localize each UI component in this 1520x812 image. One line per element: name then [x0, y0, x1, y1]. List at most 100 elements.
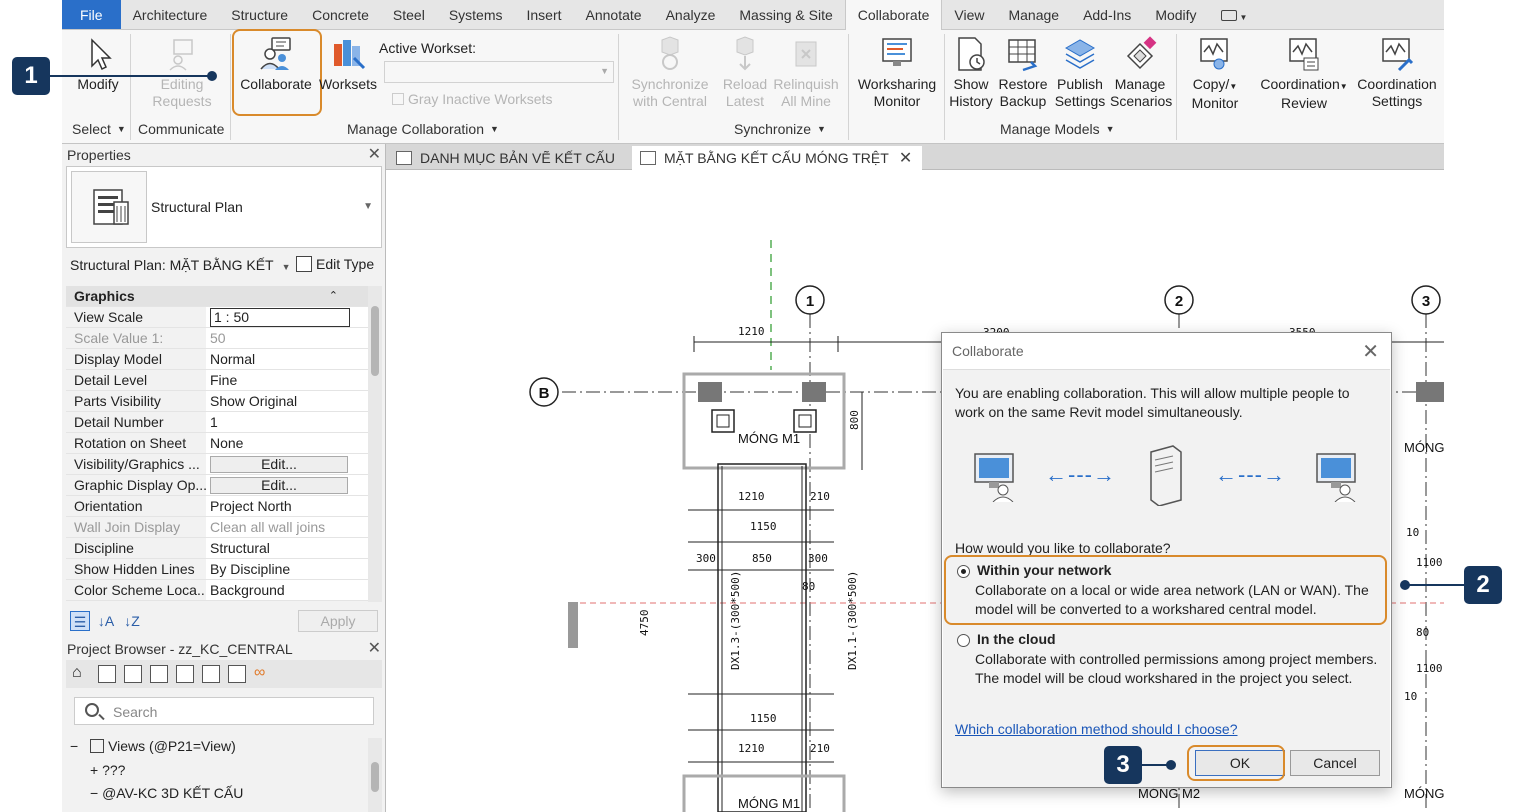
property-row[interactable]: Discipline Structural — [66, 538, 368, 559]
property-value[interactable]: Project North — [206, 496, 368, 516]
property-row[interactable]: Color Scheme Loca... Background — [66, 580, 368, 601]
edit-button[interactable]: Edit... — [210, 477, 348, 494]
copy-monitor-button[interactable]: Copy/▼ Monitor — [1184, 36, 1246, 112]
coordination-review-button[interactable]: Coordination▼ Review — [1256, 36, 1352, 112]
collapse-icon[interactable]: ⌃ — [329, 286, 338, 306]
property-value[interactable]: Edit... — [206, 475, 368, 495]
scrollbar-thumb[interactable] — [371, 762, 379, 792]
select-group-label[interactable]: Select ▼ — [72, 121, 126, 137]
schedule-icon[interactable] — [124, 665, 142, 683]
reload-latest-button[interactable]: Reload Latest — [718, 36, 772, 110]
property-row[interactable]: Display Model Normal — [66, 349, 368, 370]
restore-backup-button[interactable]: Restore Backup — [996, 36, 1050, 110]
tab-modify[interactable]: Modify — [1143, 0, 1208, 29]
tab-insert[interactable]: Insert — [515, 0, 574, 29]
property-value[interactable]: Background — [206, 580, 368, 600]
browser-search-input[interactable]: Search — [74, 697, 374, 725]
graphics-group-header[interactable]: Graphics ⌃ — [66, 286, 368, 307]
categorized-icon[interactable]: ☰ — [70, 611, 90, 631]
property-row[interactable]: Detail Level Fine — [66, 370, 368, 391]
manage-models-group-label[interactable]: Manage Models ▼ — [1000, 121, 1115, 137]
modify-button[interactable]: Modify — [72, 36, 124, 93]
tree-node-unknown[interactable]: + ??? — [90, 762, 125, 778]
tab-systems[interactable]: Systems — [437, 0, 515, 29]
property-row[interactable]: Detail Number 1 — [66, 412, 368, 433]
edit-type-button[interactable]: Edit Type — [296, 256, 374, 272]
property-value[interactable]: By Discipline — [206, 559, 368, 579]
property-row[interactable]: Visibility/Graphics ... Edit... — [66, 454, 368, 475]
close-icon[interactable]: ✕ — [1362, 339, 1379, 364]
tree-views-node[interactable]: − Views (@P21=View) — [70, 738, 236, 754]
relinquish-all-mine-button[interactable]: Relinquish All Mine — [770, 36, 842, 110]
tab-manage[interactable]: Manage — [996, 0, 1071, 29]
collapse-icon[interactable]: − — [90, 785, 98, 801]
property-row[interactable]: Rotation on Sheet None — [66, 433, 368, 454]
property-row[interactable]: Show Hidden Lines By Discipline — [66, 559, 368, 580]
manage-scenarios-button[interactable]: Manage Scenarios — [1110, 36, 1172, 110]
property-row[interactable]: Scale Value 1: 50 — [66, 328, 368, 349]
help-link[interactable]: Which collaboration method should I choo… — [955, 721, 1238, 737]
show-history-button[interactable]: Show History — [948, 36, 994, 110]
property-value[interactable]: Clean all wall joins — [206, 517, 368, 537]
home-icon[interactable]: ⌂ — [72, 665, 90, 683]
tab-massing-site[interactable]: Massing & Site — [727, 0, 844, 29]
property-value[interactable]: Fine — [206, 370, 368, 390]
option-in-the-cloud[interactable]: In the cloud Collaborate with controlled… — [955, 631, 1381, 711]
type-selector[interactable]: Structural Plan ▼ — [66, 166, 382, 248]
worksharing-monitor-button[interactable]: Worksharing Monitor — [854, 36, 940, 110]
active-workset-dropdown[interactable]: ▼ — [384, 61, 614, 83]
synchronize-button[interactable]: Synchronize with Central — [628, 36, 712, 110]
sheet-icon[interactable] — [202, 665, 220, 683]
close-icon[interactable]: ✕ — [368, 638, 381, 660]
sort-za-icon[interactable]: ↓Z — [122, 611, 142, 631]
ribbon-options-icon[interactable]: ▼ — [1209, 0, 1260, 29]
property-value[interactable]: 1 — [206, 412, 368, 432]
tab-structure[interactable]: Structure — [219, 0, 300, 29]
property-row[interactable]: Parts Visibility Show Original — [66, 391, 368, 412]
tab-collaborate[interactable]: Collaborate — [844, 0, 943, 31]
tab-file[interactable]: File — [62, 0, 121, 29]
view-scale-input[interactable]: 1 : 50 — [210, 308, 350, 327]
property-value[interactable]: 1 : 50 — [206, 307, 368, 327]
radio-in-the-cloud[interactable] — [957, 634, 970, 647]
property-value[interactable]: Normal — [206, 349, 368, 369]
property-row[interactable]: Wall Join Display Clean all wall joins — [66, 517, 368, 538]
tab-danh-muc[interactable]: DANH MỤC BẢN VẼ KẾT CẤU — [388, 146, 625, 170]
edit-button[interactable]: Edit... — [210, 456, 348, 473]
tab-mat-bang[interactable]: MẶT BẰNG KẾT CẤU MÓNG TRỆT ✕ — [632, 146, 923, 170]
tab-steel[interactable]: Steel — [381, 0, 437, 29]
worksets-button[interactable]: Worksets — [318, 36, 378, 93]
instance-filter-dropdown[interactable]: Structural Plan: MẶT BẰNG KẾT ▼ — [70, 257, 291, 273]
chevron-down-icon[interactable]: ▼ — [363, 201, 373, 212]
expand-icon[interactable]: + — [90, 762, 98, 778]
property-value[interactable]: Structural — [206, 538, 368, 558]
collapse-icon[interactable]: − — [70, 738, 78, 754]
property-value[interactable]: None — [206, 433, 368, 453]
tab-annotate[interactable]: Annotate — [574, 0, 654, 29]
property-value[interactable]: 50 — [206, 328, 368, 348]
tree-node-3d[interactable]: − @AV-KC 3D KẾT CẤU — [90, 785, 243, 801]
scrollbar-thumb[interactable] — [371, 306, 379, 376]
sort-az-icon[interactable]: ↓A — [96, 611, 116, 631]
tab-architecture[interactable]: Architecture — [121, 0, 220, 29]
browser-scrollbar[interactable] — [368, 738, 382, 812]
apply-button[interactable]: Apply — [298, 610, 378, 632]
property-row[interactable]: View Scale 1 : 50 — [66, 307, 368, 328]
gray-inactive-worksets-button[interactable]: Gray Inactive Worksets — [392, 91, 552, 107]
cancel-button[interactable]: Cancel — [1290, 750, 1380, 776]
property-row[interactable]: Orientation Project North — [66, 496, 368, 517]
properties-scrollbar[interactable] — [368, 286, 382, 602]
manage-collaboration-group-label[interactable]: Manage Collaboration ▼ — [347, 121, 499, 137]
property-value[interactable]: Edit... — [206, 454, 368, 474]
coordination-settings-button[interactable]: Coordination Settings — [1352, 36, 1442, 110]
close-icon[interactable]: ✕ — [899, 150, 912, 167]
table-icon[interactable] — [150, 665, 168, 683]
publish-settings-button[interactable]: Publish Settings — [1052, 36, 1108, 110]
group-icon[interactable] — [228, 665, 246, 683]
link-icon[interactable]: ∞ — [254, 665, 272, 683]
tab-analyze[interactable]: Analyze — [654, 0, 728, 29]
property-row[interactable]: Graphic Display Op... Edit... — [66, 475, 368, 496]
family-icon[interactable] — [176, 665, 194, 683]
synchronize-group-label[interactable]: Synchronize ▼ — [734, 121, 826, 137]
close-icon[interactable]: ✕ — [368, 144, 381, 166]
